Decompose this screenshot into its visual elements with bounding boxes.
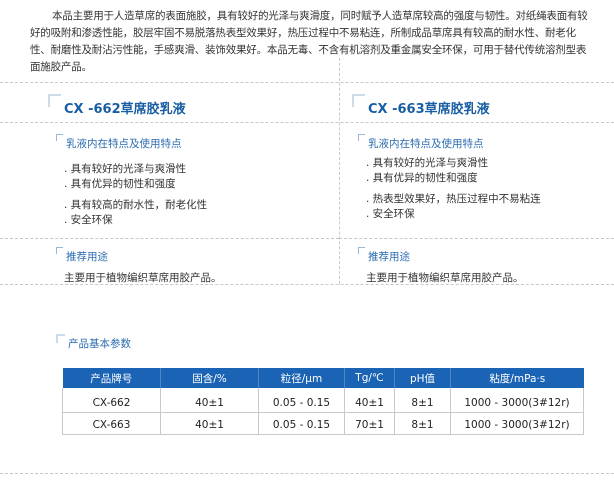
table-cell: CX-662 (62, 388, 161, 413)
feature-heading-663: 乳液内在特点及使用特点 (368, 138, 484, 150)
feature-item: . 热表型效果好，热压过程中不易粘连 (366, 193, 541, 205)
table-cell: 40±1 (160, 412, 259, 435)
feature-item: . 安全环保 (64, 214, 113, 226)
title-corner-icon (352, 94, 365, 107)
table-row: CX-662 40±1 0.05 - 0.15 40±1 8±1 1000 - … (62, 388, 584, 413)
column-header: 粘度/mPa·s (450, 368, 584, 388)
feature-list-663: . 具有较好的光泽与爽滑性 . 具有优异的韧性和强度 . 热表型效果好，热压过程… (366, 156, 541, 222)
subheading-corner-icon (358, 247, 365, 254)
column-header: 粒径/μm (258, 368, 345, 388)
table-cell: 0.05 - 0.15 (258, 412, 345, 435)
divider-features-right (339, 238, 614, 239)
usage-text-662: 主要用于植物编织草席用胶产品。 (64, 272, 222, 284)
table-cell: 8±1 (394, 412, 451, 435)
feature-item: . 具有优异的韧性和强度 (64, 178, 176, 190)
product-title-662: CX -662草席胶乳液 (64, 102, 186, 117)
table-cell: 40±1 (160, 388, 259, 413)
feature-item: . 具有较好的光泽与爽滑性 (64, 163, 187, 175)
divider-top (0, 82, 614, 83)
subheading-corner-icon (358, 134, 365, 141)
divider-vertical (339, 58, 340, 284)
column-header: pH值 (394, 368, 451, 388)
intro-paragraph: 本品主要用于人造草席的表面施胶，具有较好的光泽与爽滑度，同时赋予人造草席较高的强… (30, 10, 588, 73)
params-heading: 产品基本参数 (68, 338, 131, 350)
divider-mid (0, 122, 614, 123)
table-header-row: 产品牌号 固含/% 粒径/μm Tg/℃ pH值 粘度/mPa·s (62, 368, 584, 388)
divider-features-left (0, 238, 339, 239)
usage-heading-663: 推荐用途 (368, 251, 410, 263)
column-header: 固含/% (160, 368, 259, 388)
subheading-corner-icon (56, 334, 65, 343)
subheading-corner-icon (56, 247, 63, 254)
table-row: CX-663 40±1 0.05 - 0.15 70±1 8±1 1000 - … (62, 412, 584, 435)
table-cell: CX-663 (62, 412, 161, 435)
column-header: 产品牌号 (62, 368, 161, 388)
product-title-663: CX -663草席胶乳液 (368, 102, 490, 117)
params-table: 产品牌号 固含/% 粒径/μm Tg/℃ pH值 粘度/mPa·s CX-662… (62, 368, 584, 435)
usage-heading-662: 推荐用途 (66, 251, 108, 263)
feature-item: . 具有较高的耐水性，耐老化性 (64, 199, 208, 211)
table-cell: 1000 - 3000(3#12r) (450, 412, 584, 435)
column-header: Tg/℃ (344, 368, 395, 388)
divider-bottom (0, 473, 614, 474)
table-cell: 40±1 (344, 388, 395, 413)
feature-list-662: . 具有较好的光泽与爽滑性 . 具有优异的韧性和强度 . 具有较高的耐水性，耐老… (64, 162, 207, 228)
table-cell: 0.05 - 0.15 (258, 388, 345, 413)
title-corner-icon (48, 94, 61, 107)
table-cell: 8±1 (394, 388, 451, 413)
feature-item: . 具有优异的韧性和强度 (366, 172, 478, 184)
feature-item: . 具有较好的光泽与爽滑性 (366, 157, 489, 169)
subheading-corner-icon (56, 134, 63, 141)
table-cell: 1000 - 3000(3#12r) (450, 388, 584, 413)
feature-item: . 安全环保 (366, 208, 415, 220)
feature-heading-662: 乳液内在特点及使用特点 (66, 138, 182, 150)
usage-text-663: 主要用于植物编织草席用胶产品。 (366, 272, 524, 284)
table-cell: 70±1 (344, 412, 395, 435)
